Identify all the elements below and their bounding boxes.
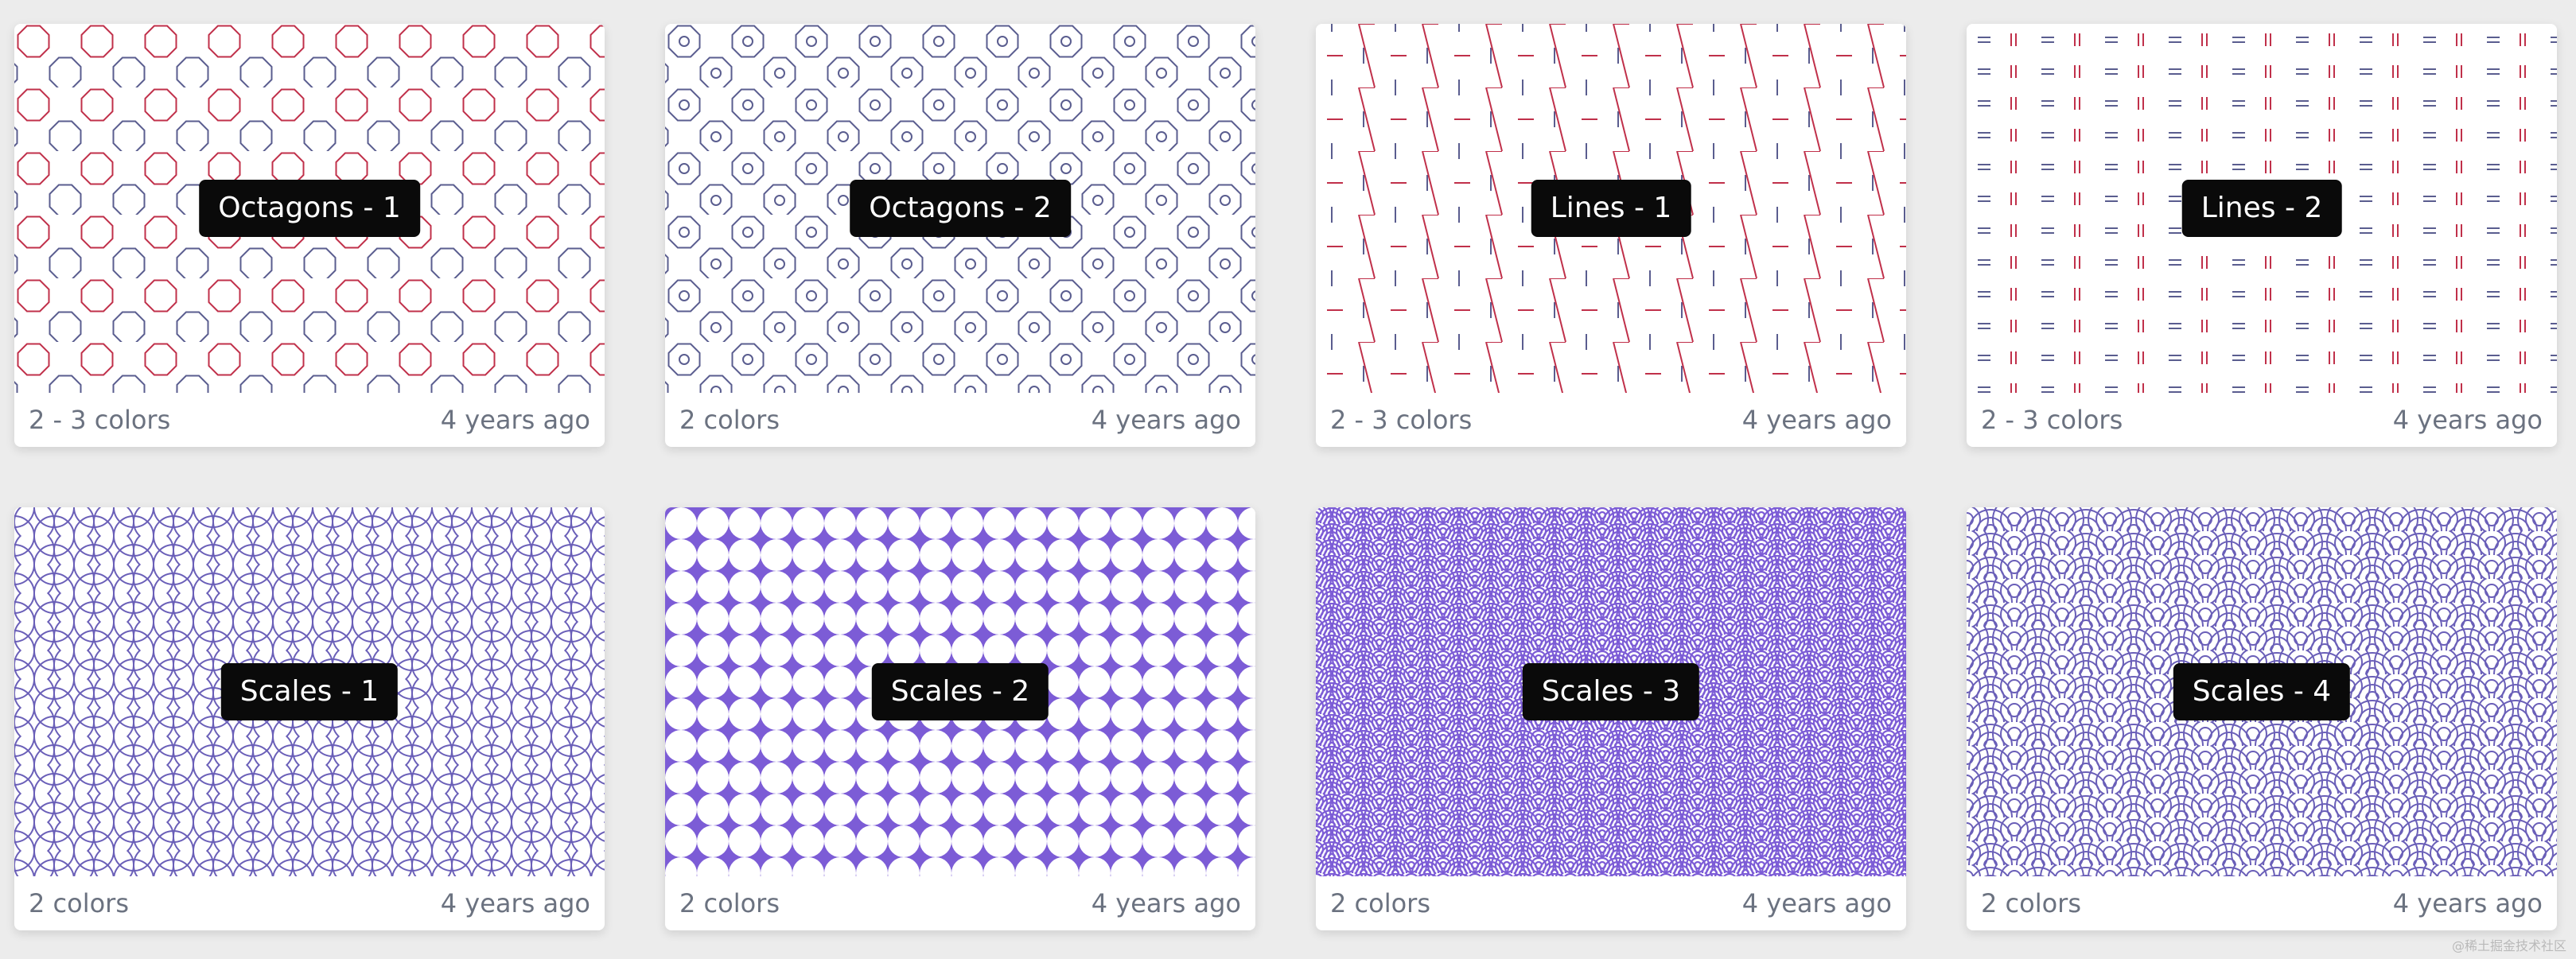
updated-time: 4 years ago bbox=[440, 888, 590, 918]
pattern-card[interactable]: Lines - 2 2 - 3 colors 4 years ago bbox=[1967, 24, 2557, 447]
card-footer: 2 - 3 colors 4 years ago bbox=[1316, 393, 1906, 447]
pattern-card[interactable]: Scales - 2 2 colors 4 years ago bbox=[665, 507, 1255, 930]
updated-time: 4 years ago bbox=[2392, 405, 2543, 435]
color-count: 2 - 3 colors bbox=[29, 405, 171, 435]
color-count: 2 colors bbox=[679, 405, 780, 435]
color-count: 2 - 3 colors bbox=[1330, 405, 1473, 435]
pattern-thumbnail[interactable]: Lines - 2 bbox=[1967, 24, 2557, 393]
pattern-thumbnail[interactable]: Octagons - 1 bbox=[14, 24, 605, 393]
pattern-title: Octagons - 2 bbox=[850, 180, 1071, 237]
updated-time: 4 years ago bbox=[1091, 888, 1241, 918]
updated-time: 4 years ago bbox=[1741, 405, 1892, 435]
pattern-title: Scales - 1 bbox=[220, 663, 399, 720]
pattern-grid: Octagons - 1 2 - 3 colors 4 years ago Oc… bbox=[14, 24, 2557, 930]
color-count: 2 colors bbox=[1330, 888, 1430, 918]
pattern-card[interactable]: Scales - 3 2 colors 4 years ago bbox=[1316, 507, 1906, 930]
updated-time: 4 years ago bbox=[1741, 888, 1892, 918]
updated-time: 4 years ago bbox=[2392, 888, 2543, 918]
pattern-title: Scales - 4 bbox=[2173, 663, 2351, 720]
color-count: 2 colors bbox=[29, 888, 129, 918]
card-footer: 2 - 3 colors 4 years ago bbox=[1967, 393, 2557, 447]
pattern-title: Scales - 3 bbox=[1522, 663, 1700, 720]
pattern-title: Octagons - 1 bbox=[199, 180, 420, 237]
watermark: @稀土掘金技术社区 bbox=[2451, 938, 2566, 953]
pattern-card[interactable]: Lines - 1 2 - 3 colors 4 years ago bbox=[1316, 24, 1906, 447]
card-footer: 2 colors 4 years ago bbox=[665, 876, 1255, 930]
card-footer: 2 colors 4 years ago bbox=[665, 393, 1255, 447]
pattern-card[interactable]: Scales - 4 2 colors 4 years ago bbox=[1967, 507, 2557, 930]
pattern-thumbnail[interactable]: Scales - 3 bbox=[1316, 507, 1906, 876]
pattern-thumbnail[interactable]: Lines - 1 bbox=[1316, 24, 1906, 393]
pattern-title: Scales - 2 bbox=[871, 663, 1049, 720]
card-footer: 2 colors 4 years ago bbox=[14, 876, 605, 930]
pattern-card[interactable]: Scales - 1 2 colors 4 years ago bbox=[14, 507, 605, 930]
updated-time: 4 years ago bbox=[1091, 405, 1241, 435]
color-count: 2 colors bbox=[1981, 888, 2081, 918]
color-count: 2 - 3 colors bbox=[1981, 405, 2123, 435]
pattern-title: Lines - 2 bbox=[2181, 180, 2342, 237]
pattern-thumbnail[interactable]: Scales - 2 bbox=[665, 507, 1255, 876]
pattern-thumbnail[interactable]: Scales - 4 bbox=[1967, 507, 2557, 876]
pattern-card[interactable]: Octagons - 1 2 - 3 colors 4 years ago bbox=[14, 24, 605, 447]
card-footer: 2 - 3 colors 4 years ago bbox=[14, 393, 605, 447]
updated-time: 4 years ago bbox=[440, 405, 590, 435]
card-footer: 2 colors 4 years ago bbox=[1316, 876, 1906, 930]
card-footer: 2 colors 4 years ago bbox=[1967, 876, 2557, 930]
pattern-title: Lines - 1 bbox=[1531, 180, 1691, 237]
pattern-card[interactable]: Octagons - 2 2 colors 4 years ago bbox=[665, 24, 1255, 447]
pattern-thumbnail[interactable]: Scales - 1 bbox=[14, 507, 605, 876]
color-count: 2 colors bbox=[679, 888, 780, 918]
pattern-thumbnail[interactable]: Octagons - 2 bbox=[665, 24, 1255, 393]
